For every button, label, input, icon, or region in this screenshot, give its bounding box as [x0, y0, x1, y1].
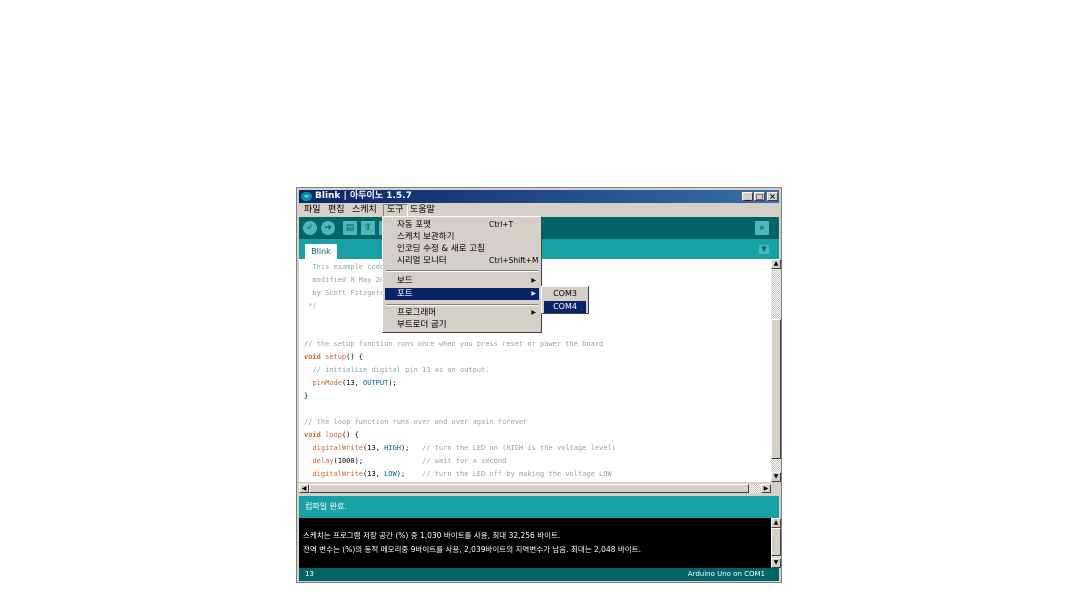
menu-item-label: 스케치 보관하기 [397, 232, 455, 242]
console-scroll-up-button[interactable]: ▲ [771, 518, 781, 528]
menu-item-fix-encoding[interactable]: 인코딩 수정 & 새로 고침 [385, 243, 539, 255]
horizontal-scroll-thumb[interactable] [309, 484, 749, 493]
maximize-button[interactable]: □ [754, 192, 765, 201]
code-line[interactable]: } [304, 390, 616, 403]
new-file-icon: ▤ [345, 223, 355, 233]
code-line[interactable]: void loop() { [304, 429, 616, 442]
menu-edit[interactable]: 편집 [325, 204, 348, 217]
menu-item-board[interactable]: 보드 ▶ [385, 275, 539, 287]
new-button[interactable]: ▤ [343, 221, 357, 235]
shortcut-label: Ctrl+Shift+M [489, 256, 539, 265]
shortcut-label: Ctrl+T [489, 220, 514, 229]
menu-item-programmer[interactable]: 프로그래머 ▶ [385, 307, 539, 319]
code-line[interactable]: digitalWrite(13, LOW); // turn the LED o… [304, 468, 616, 481]
menu-separator [386, 270, 538, 272]
board-port-info: Arduino Uno on COM1 [687, 570, 765, 578]
menu-item-label: 자동 포맷 [397, 220, 431, 230]
code-line[interactable]: // initialize digital pin 13 as an outpu… [304, 364, 616, 377]
minimize-button[interactable]: _ [742, 192, 753, 201]
code-line[interactable]: digitalWrite(13, HIGH); // turn the LED … [304, 442, 615, 455]
console-scrollbar[interactable]: ▲ ▼ [771, 518, 781, 568]
menu-item-serial-monitor[interactable]: 시리얼 모니터 Ctrl+Shift+M [385, 255, 539, 267]
menu-item-label: 프로그래머 [397, 308, 437, 318]
code-line[interactable] [304, 403, 616, 416]
code-line[interactable]: void setup() { [304, 351, 616, 364]
tab-blink[interactable]: Blink [305, 244, 337, 259]
console-scroll-thumb[interactable] [771, 528, 781, 556]
submenu-arrow-icon: ▶ [531, 277, 536, 284]
arrow-right-icon: ➜ [324, 223, 332, 233]
close-button[interactable]: × [767, 192, 778, 201]
console-line: 스케치는 프로그램 저장 공간 (%) 중 1,030 바이트를 사용, 최대 … [303, 531, 561, 540]
console-output[interactable]: 스케치는 프로그램 저장 공간 (%) 중 1,030 바이트를 사용, 최대 … [299, 518, 771, 568]
tools-dropdown-menu: 자동 포맷 Ctrl+T 스케치 보관하기 인코딩 수정 & 새로 고침 시리얼… [382, 216, 542, 333]
code-line[interactable]: // the loop function runs over and over … [304, 416, 616, 429]
line-number: 13 [305, 570, 314, 578]
menu-item-archive-sketch[interactable]: 스케치 보관하기 [385, 231, 539, 243]
title-bar[interactable]: ∞ Blink | 아두이노 1.5.7 _ □ × [299, 190, 779, 203]
submenu-arrow-icon: ▶ [531, 290, 536, 297]
menu-item-port[interactable]: 포트 ▶ [385, 288, 539, 300]
menu-item-label: 시리얼 모니터 [397, 256, 447, 266]
scroll-thumb[interactable] [771, 319, 781, 459]
infinity-icon: ∞ [301, 192, 312, 201]
menu-item-label: 인코딩 수정 & 새로 고침 [397, 244, 485, 254]
status-message: 컴파일 완료. [305, 502, 347, 511]
scroll-up-button[interactable]: ▲ [771, 259, 781, 269]
verify-button[interactable]: ✓ [303, 221, 317, 235]
port-com3[interactable]: COM3 [544, 288, 586, 300]
menu-item-label: 포트 [397, 289, 413, 299]
menu-item-label: 보드 [397, 276, 413, 286]
scroll-down-button[interactable]: ▼ [771, 472, 781, 482]
port-com4[interactable]: COM4 [544, 301, 586, 313]
menu-item-auto-format[interactable]: 자동 포맷 Ctrl+T [385, 219, 539, 231]
menu-item-label: 부트로더 굽기 [397, 320, 447, 330]
port-submenu: COM3 COM4 [541, 286, 589, 314]
open-button[interactable]: ⇧ [361, 221, 375, 235]
scroll-left-button[interactable]: ◀ [299, 484, 309, 493]
menu-separator [386, 304, 538, 306]
tab-dropdown-button[interactable]: ▼ [759, 245, 769, 254]
serial-monitor-button[interactable]: ⌕ [755, 221, 769, 235]
scroll-right-button[interactable]: ▶ [761, 484, 771, 493]
window-title: Blink | 아두이노 1.5.7 [315, 191, 412, 201]
upload-button[interactable]: ➜ [321, 221, 335, 235]
code-line[interactable]: // the setup function runs once when you… [304, 338, 616, 351]
check-icon: ✓ [306, 223, 314, 233]
submenu-arrow-icon: ▶ [531, 309, 536, 316]
menu-sketch[interactable]: 스케치 [349, 204, 380, 217]
status-bar: 컴파일 완료. [299, 496, 779, 518]
code-line[interactable]: pinMode(13, OUTPUT); [304, 377, 616, 390]
magnifier-icon: ⌕ [759, 223, 765, 233]
editor-horizontal-scrollbar[interactable]: ◀ ▶ [299, 484, 771, 493]
code-line[interactable]: delay(1000); // wait for a second [304, 455, 616, 468]
footer-bar: 13 Arduino Uno on COM1 [299, 568, 779, 581]
console-scroll-down-button[interactable]: ▼ [771, 558, 781, 568]
console-line: 전역 변수는 (%)의 동적 메모리중 9바이트를 사용, 2,039바이트의 … [303, 545, 641, 554]
menu-item-burn-bootloader[interactable]: 부트로더 굽기 [385, 319, 539, 331]
menu-file[interactable]: 파일 [301, 204, 324, 217]
open-arrow-up-icon: ⇧ [364, 223, 372, 233]
editor-vertical-scrollbar[interactable]: ▲ ▼ [771, 259, 781, 482]
